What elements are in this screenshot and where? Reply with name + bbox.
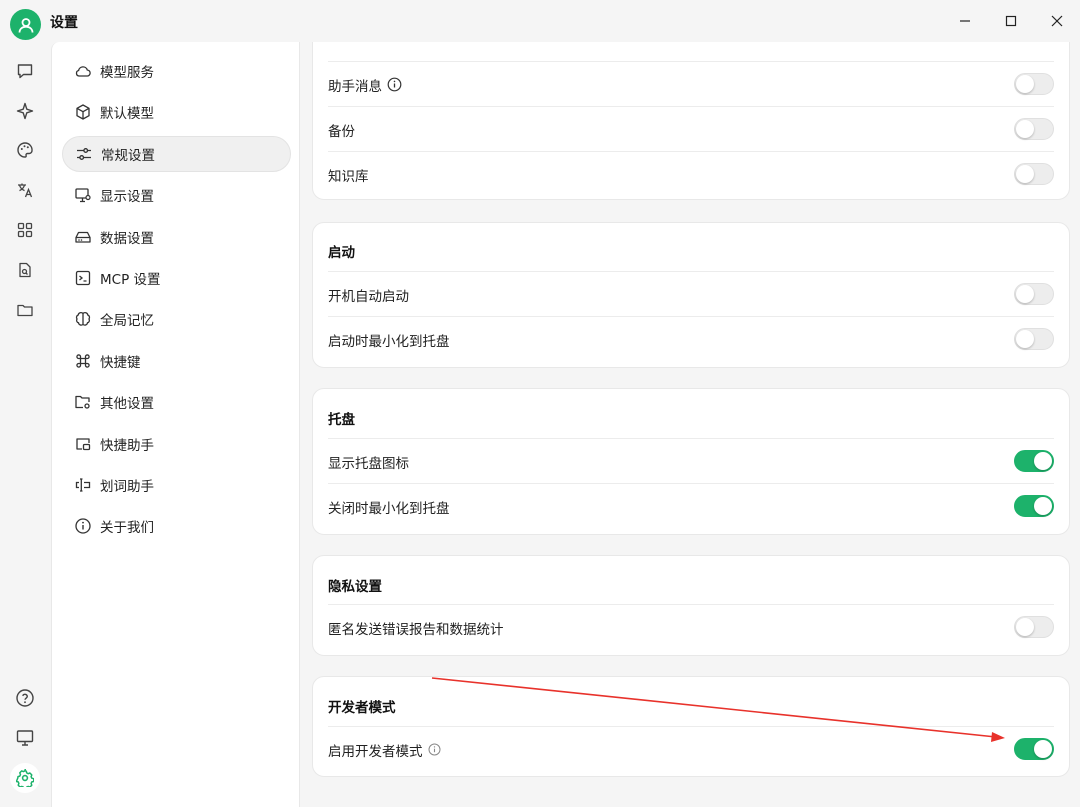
sidebar-item-data-settings[interactable]: 数据设置 (62, 219, 291, 255)
sliders-icon (75, 145, 93, 163)
setting-row-anonymous-reports: 匿名发送错误报告和数据统计 (328, 604, 1054, 649)
toggle-assistant-messages[interactable] (1014, 73, 1054, 95)
settings-content: 助手消息 备份 知识库 启动 开机自动启动 启动时最小化到托盘 托盘 显示托盘图… (300, 42, 1080, 807)
title-bar: 设置 (0, 0, 1080, 42)
toggle-close-to-tray[interactable] (1014, 495, 1054, 517)
sidebar-item-label: 数据设置 (100, 231, 154, 247)
hard-drive-icon (74, 228, 92, 246)
folder-cog-icon (74, 393, 92, 411)
sidebar-item-label: MCP 设置 (100, 272, 161, 288)
translate-icon[interactable] (10, 175, 40, 205)
section-title: 开发者模式 (328, 700, 396, 716)
sidebar-item-label: 其他设置 (100, 396, 154, 412)
toggle-auto-launch[interactable] (1014, 283, 1054, 305)
setting-row-knowledge-base: 知识库 (328, 151, 1054, 196)
minimize-button[interactable] (942, 0, 988, 42)
section-title: 托盘 (328, 412, 355, 428)
palette-icon[interactable] (10, 135, 40, 165)
help-icon[interactable] (10, 683, 40, 713)
setting-label: 开机自动启动 (328, 288, 409, 305)
command-icon (74, 352, 92, 370)
window-title: 设置 (50, 15, 78, 31)
chat-icon[interactable] (10, 56, 40, 86)
app-nav-bar (0, 42, 51, 807)
setting-label: 匿名发送错误报告和数据统计 (328, 621, 504, 638)
sidebar-item-label: 默认模型 (100, 106, 154, 122)
info-circle-icon[interactable] (387, 77, 402, 92)
setting-label: 备份 (328, 123, 355, 140)
sparkle-icon[interactable] (10, 96, 40, 126)
display-settings-icon (74, 186, 92, 204)
sidebar-item-about-us[interactable]: 关于我们 (62, 508, 291, 544)
sidebar-item-shortcuts[interactable]: 快捷键 (62, 343, 291, 379)
sidebar-item-label: 常规设置 (101, 148, 155, 164)
folder-icon[interactable] (10, 295, 40, 325)
window-assistant-icon (74, 435, 92, 453)
sidebar-item-selection-assistant[interactable]: 划词助手 (62, 467, 291, 503)
card-startup: 启动 开机自动启动 启动时最小化到托盘 (312, 222, 1070, 368)
sidebar-item-display-settings[interactable]: 显示设置 (62, 177, 291, 213)
toggle-developer-mode[interactable] (1014, 738, 1054, 760)
setting-row-close-to-tray: 关闭时最小化到托盘 (328, 483, 1054, 528)
section-title: 隐私设置 (328, 579, 382, 595)
toggle-anonymous-reports[interactable] (1014, 616, 1054, 638)
setting-row-assistant-messages: 助手消息 (328, 61, 1054, 106)
sidebar-item-label: 关于我们 (100, 520, 154, 536)
sidebar-item-other-settings[interactable]: 其他设置 (62, 384, 291, 420)
card-developer-mode: 开发者模式 启用开发者模式 (312, 676, 1070, 777)
setting-label: 启用开发者模式 (328, 743, 423, 760)
setting-row-launch-minimized: 启动时最小化到托盘 (328, 316, 1054, 361)
setting-row-backup: 备份 (328, 106, 1054, 151)
minimize-icon (960, 20, 970, 22)
settings-gear-icon[interactable] (10, 763, 40, 793)
sidebar-item-model-service[interactable]: 模型服务 (62, 53, 291, 89)
setting-label: 启动时最小化到托盘 (328, 333, 450, 350)
sidebar-item-label: 全局记忆 (100, 313, 154, 329)
maximize-icon (1005, 15, 1017, 27)
sidebar-item-general-settings[interactable]: 常规设置 (62, 136, 291, 172)
sidebar-item-label: 快捷助手 (100, 438, 154, 454)
brain-icon (74, 310, 92, 328)
setting-row-auto-launch: 开机自动启动 (328, 271, 1054, 316)
setting-label: 助手消息 (328, 78, 382, 95)
maximize-button[interactable] (988, 0, 1034, 42)
setting-label: 显示托盘图标 (328, 455, 409, 472)
sidebar-item-label: 快捷键 (100, 355, 141, 371)
toggle-launch-minimized[interactable] (1014, 328, 1054, 350)
file-search-icon[interactable] (10, 255, 40, 285)
cube-icon (74, 103, 92, 121)
toggle-backup[interactable] (1014, 118, 1054, 140)
sidebar-item-quick-assistant[interactable]: 快捷助手 (62, 426, 291, 462)
user-avatar-icon[interactable] (10, 9, 41, 40)
setting-label: 关闭时最小化到托盘 (328, 500, 450, 517)
monitor-icon[interactable] (10, 723, 40, 753)
terminal-icon (74, 269, 92, 287)
sidebar-item-mcp-settings[interactable]: MCP 设置 (62, 260, 291, 296)
toggle-show-tray-icon[interactable] (1014, 450, 1054, 472)
text-cursor-icon (74, 476, 92, 494)
sidebar-item-default-model[interactable]: 默认模型 (62, 94, 291, 130)
close-icon (1051, 15, 1063, 27)
close-button[interactable] (1034, 0, 1080, 42)
card-tray: 托盘 显示托盘图标 关闭时最小化到托盘 (312, 388, 1070, 535)
sidebar-item-global-memory[interactable]: 全局记忆 (62, 301, 291, 337)
info-circle-icon[interactable] (428, 743, 441, 756)
info-icon (74, 517, 92, 535)
card-privacy: 隐私设置 匿名发送错误报告和数据统计 (312, 555, 1070, 656)
setting-label: 知识库 (328, 168, 369, 185)
window-controls (942, 0, 1080, 42)
setting-row-show-tray-icon: 显示托盘图标 (328, 438, 1054, 483)
sidebar-item-label: 划词助手 (100, 479, 154, 495)
apps-grid-icon[interactable] (10, 215, 40, 245)
cloud-icon (74, 62, 92, 80)
card-top-features: 助手消息 备份 知识库 (312, 42, 1070, 200)
setting-row-developer-mode: 启用开发者模式 (328, 726, 1054, 771)
settings-sidebar: 模型服务 默认模型 常规设置 显示设置 数据设置 MCP 设置 全局记忆 快捷键… (51, 42, 300, 807)
sidebar-item-label: 模型服务 (100, 65, 154, 81)
section-title: 启动 (328, 245, 355, 261)
toggle-knowledge-base[interactable] (1014, 163, 1054, 185)
sidebar-item-label: 显示设置 (100, 189, 154, 205)
